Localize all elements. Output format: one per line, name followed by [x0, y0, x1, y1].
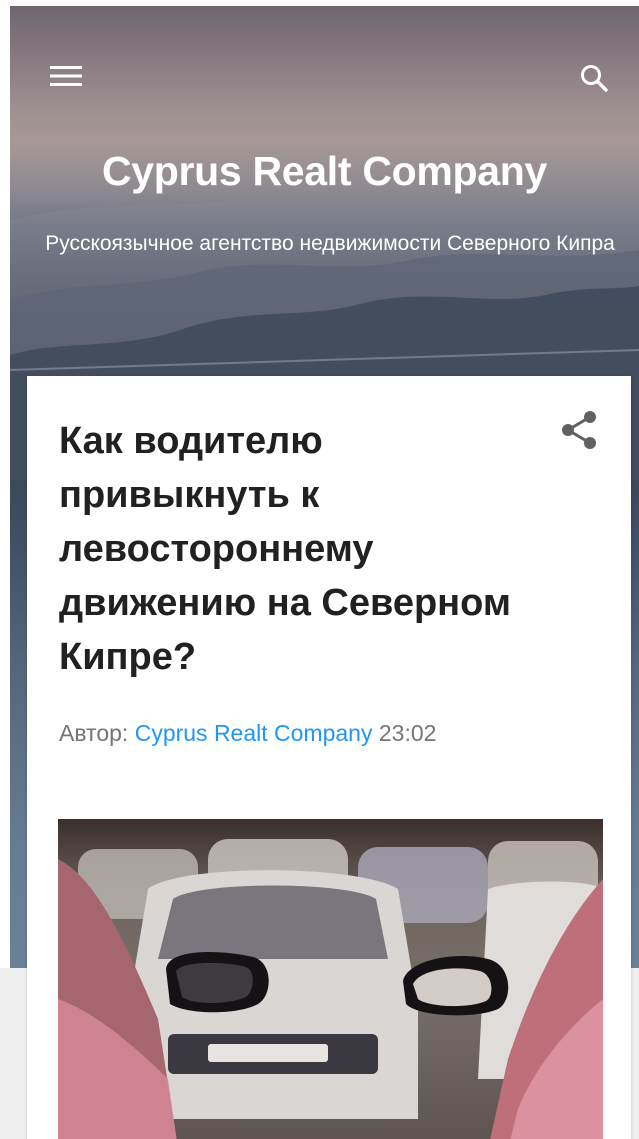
blog-description: Русскоязычное агентство недвижимости Сев…	[45, 232, 615, 255]
author-prefix: Автор:	[59, 720, 129, 746]
post-card: Как водителю привыкнуть к левостороннему…	[27, 376, 631, 1139]
search-button[interactable]	[572, 58, 616, 102]
post-image[interactable]	[58, 819, 603, 1139]
hamburger-menu-icon	[50, 64, 82, 93]
post-byline: Автор: Cyprus Realt Company 23:02	[59, 720, 436, 747]
share-icon	[559, 409, 599, 456]
author-link[interactable]: Cyprus Realt Company	[135, 720, 373, 746]
search-icon	[579, 63, 609, 98]
menu-button[interactable]	[44, 60, 88, 96]
blog-title-link[interactable]: Cyprus Realt Company	[10, 148, 639, 195]
post-title[interactable]: Как водителю привыкнуть к левостороннему…	[59, 414, 539, 684]
share-button[interactable]	[555, 408, 603, 456]
post-time[interactable]: 23:02	[379, 720, 437, 746]
page: Cyprus Realt Company Русскоязычное агент…	[0, 0, 639, 1139]
